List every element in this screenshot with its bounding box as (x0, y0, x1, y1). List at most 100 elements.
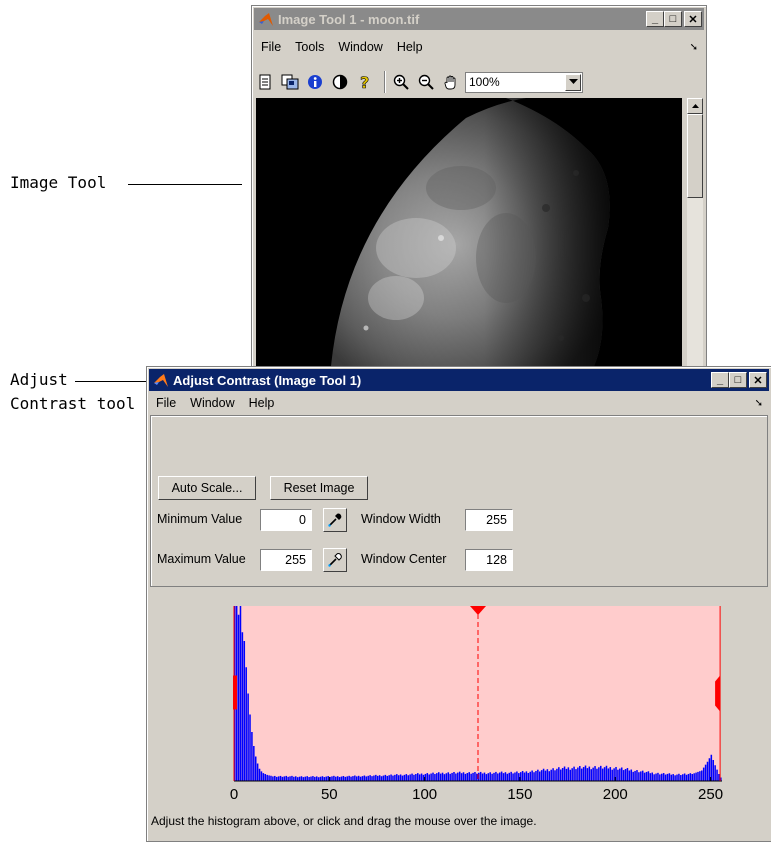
histogram-bar (449, 773, 451, 781)
histogram-bar (268, 775, 270, 781)
histogram-bar (552, 768, 554, 781)
menu-help[interactable]: Help (242, 396, 282, 410)
minimize-button[interactable]: _ (646, 11, 664, 27)
zoom-select[interactable]: 100% (465, 71, 583, 93)
histogram-bar (619, 768, 621, 781)
adjust-contrast-menubar: File Window Help ➘ (149, 393, 769, 413)
histogram-bar (600, 765, 602, 781)
image-viewport[interactable] (256, 98, 682, 366)
histogram-bar (535, 770, 537, 781)
dock-arrow-icon[interactable]: ➘ (755, 398, 763, 409)
overview-icon[interactable] (279, 71, 301, 93)
help-icon[interactable]: ? (354, 71, 376, 93)
histogram-bar (298, 776, 301, 781)
image-vertical-scrollbar[interactable] (687, 98, 703, 366)
histogram-bar (567, 767, 570, 781)
scroll-up-icon[interactable] (687, 98, 703, 114)
adjust-contrast-window: Adjust Contrast (Image Tool 1) _ □ ✕ Fil… (146, 366, 771, 842)
histogram-bar (514, 772, 516, 781)
max-eyedropper-icon[interactable] (323, 548, 347, 572)
close-button[interactable]: ✕ (684, 11, 702, 27)
menu-window[interactable]: Window (331, 40, 389, 54)
reset-image-button[interactable]: Reset Image (270, 476, 368, 500)
histogram-bar (510, 771, 512, 781)
histogram-bar (649, 773, 652, 781)
histogram-bar (376, 775, 379, 781)
histogram-bar (716, 769, 718, 781)
contrast-icon[interactable] (329, 71, 351, 93)
histogram-bar (550, 769, 552, 781)
histogram-bar (632, 771, 634, 781)
histogram-bar (258, 768, 261, 781)
maximize-button[interactable]: □ (729, 372, 747, 388)
window-range-fill[interactable] (234, 606, 721, 781)
scrollbar-thumb[interactable] (687, 114, 703, 198)
histogram-bar (544, 770, 547, 781)
window-width-field[interactable]: 255 (465, 509, 513, 531)
menu-window[interactable]: Window (183, 396, 241, 410)
histogram-bar (344, 776, 347, 781)
zoom-in-icon[interactable] (390, 71, 412, 93)
menu-file[interactable]: File (149, 396, 183, 410)
menu-tools[interactable]: Tools (288, 40, 331, 54)
histogram-bar (426, 773, 429, 781)
window-min-handle[interactable] (233, 675, 237, 710)
histogram-bar (661, 773, 663, 781)
chevron-down-icon[interactable] (565, 73, 581, 91)
min-eyedropper-icon[interactable] (323, 508, 347, 532)
histogram-bar (420, 773, 423, 781)
histogram-bar (359, 776, 362, 781)
histogram-bar (558, 767, 560, 781)
zoom-value: 100% (469, 75, 500, 89)
zoom-out-icon[interactable] (415, 71, 437, 93)
svg-text:?: ? (360, 73, 369, 91)
histogram-bar (314, 776, 316, 781)
image-tool-titlebar[interactable]: Image Tool 1 - moon.tif _ □ ✕ (254, 8, 704, 30)
histogram-bar (630, 769, 633, 781)
histogram-bar (651, 772, 653, 781)
histogram-bar (647, 771, 650, 781)
window-center-field[interactable]: 128 (465, 549, 513, 571)
histogram-bar (571, 768, 573, 781)
histogram-bar (580, 768, 583, 781)
pan-hand-icon[interactable] (440, 71, 462, 93)
histogram-bar (363, 775, 366, 781)
minimize-button[interactable]: _ (711, 372, 729, 388)
histogram-bar (266, 774, 268, 781)
window-center-label: Window Center (361, 552, 447, 566)
histogram-bar (241, 632, 244, 781)
adjust-contrast-titlebar[interactable]: Adjust Contrast (Image Tool 1) _ □ ✕ (149, 369, 769, 391)
histogram-bar (579, 766, 581, 781)
histogram-bar (683, 773, 686, 781)
histogram-bar (493, 772, 495, 781)
minimum-value-field[interactable]: 0 (260, 509, 312, 531)
histogram-bar (605, 765, 608, 781)
menu-file[interactable]: File (254, 40, 288, 54)
maximum-value-field[interactable]: 255 (260, 549, 312, 571)
histogram-bar (584, 765, 587, 781)
histogram-bar (521, 770, 524, 781)
histogram-bar (260, 771, 263, 781)
histogram-bar (714, 765, 716, 781)
dock-arrow-icon[interactable]: ➘ (690, 42, 698, 53)
close-button[interactable]: ✕ (749, 372, 767, 388)
histogram-chart[interactable]: 0 50 100 150 200 250 (150, 592, 768, 814)
callout-adjust-contrast-line2: Contrast tool (10, 394, 136, 413)
histogram-bar (331, 776, 333, 781)
histogram-bar (559, 769, 562, 781)
auto-scale-button[interactable]: Auto Scale... (158, 476, 256, 500)
histogram-bar (270, 775, 272, 781)
histogram-bar (613, 768, 615, 781)
histogram-bar (657, 772, 659, 781)
menu-help[interactable]: Help (390, 40, 430, 54)
pixel-info-icon[interactable] (304, 71, 326, 93)
x-axis-tick-label: 0 (230, 786, 238, 803)
histogram-bar (354, 775, 356, 781)
histogram-bar (659, 774, 661, 781)
histogram-bar (388, 775, 390, 781)
maximize-button[interactable]: □ (664, 11, 682, 27)
window-max-handle[interactable] (715, 675, 721, 712)
new-figure-icon[interactable] (254, 71, 276, 93)
histogram-bar (569, 769, 572, 781)
histogram-bar (624, 769, 627, 781)
